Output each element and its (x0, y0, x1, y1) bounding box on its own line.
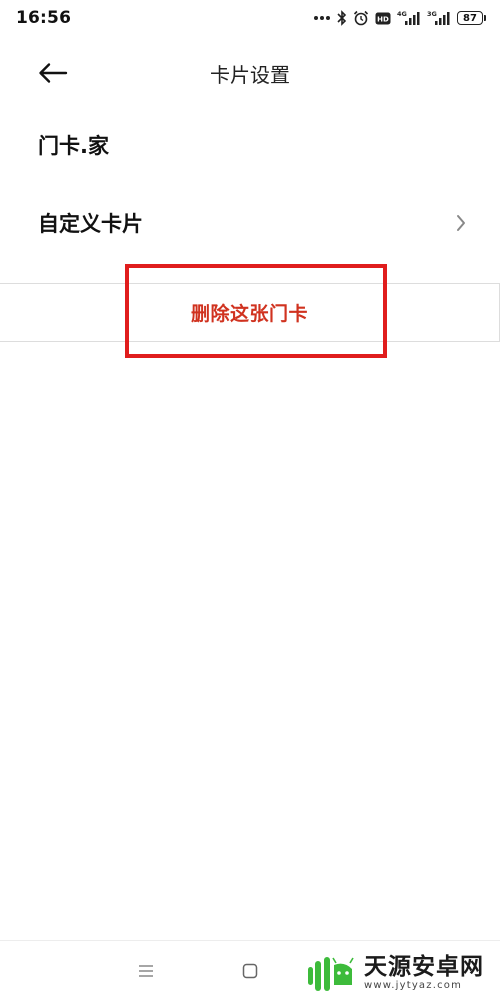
signal-4g-icon: 4G (397, 10, 421, 26)
network-3g-label: 3G (427, 10, 437, 18)
home-icon (242, 963, 258, 979)
watermark-text: 天源安卓网 www.jytyaz.com (364, 954, 484, 992)
watermark-url: www.jytyaz.com (364, 980, 463, 991)
watermark-title: 天源安卓网 (364, 954, 484, 980)
signal-3g-icon: 3G (427, 10, 451, 26)
status-bar: 16:56 HD 4G 3G 87 (0, 0, 500, 36)
status-icons: HD 4G 3G 87 (313, 10, 486, 26)
battery-tip (484, 15, 486, 21)
card-name-row: 门卡.家 (0, 118, 500, 172)
page-title: 卡片设置 (210, 62, 290, 87)
hd-badge-text: HD (377, 15, 389, 23)
android-logo-icon (308, 957, 354, 991)
hd-icon: HD (375, 12, 391, 25)
alarm-icon (353, 10, 369, 26)
delete-card-label: 删除这张门卡 (190, 303, 308, 325)
menu-icon (139, 965, 153, 977)
status-time: 16:56 (16, 8, 72, 28)
delete-card-button[interactable]: 删除这张门卡 (0, 283, 500, 342)
header: 卡片设置 (0, 48, 500, 98)
custom-card-label: 自定义卡片 (38, 212, 143, 236)
bluetooth-icon (337, 10, 347, 26)
more-dots-icon (313, 15, 331, 21)
battery-icon: 87 (457, 11, 486, 25)
network-4g-label: 4G (397, 10, 407, 18)
home-button[interactable] (238, 959, 262, 983)
chevron-right-icon (456, 214, 466, 232)
watermark-logo: 天源安卓网 www.jytyaz.com (306, 948, 496, 998)
custom-card-row[interactable]: 自定义卡片 (0, 196, 500, 250)
menu-button[interactable] (134, 959, 158, 983)
card-name-label: 门卡.家 (38, 134, 109, 158)
battery-level: 87 (457, 11, 483, 25)
